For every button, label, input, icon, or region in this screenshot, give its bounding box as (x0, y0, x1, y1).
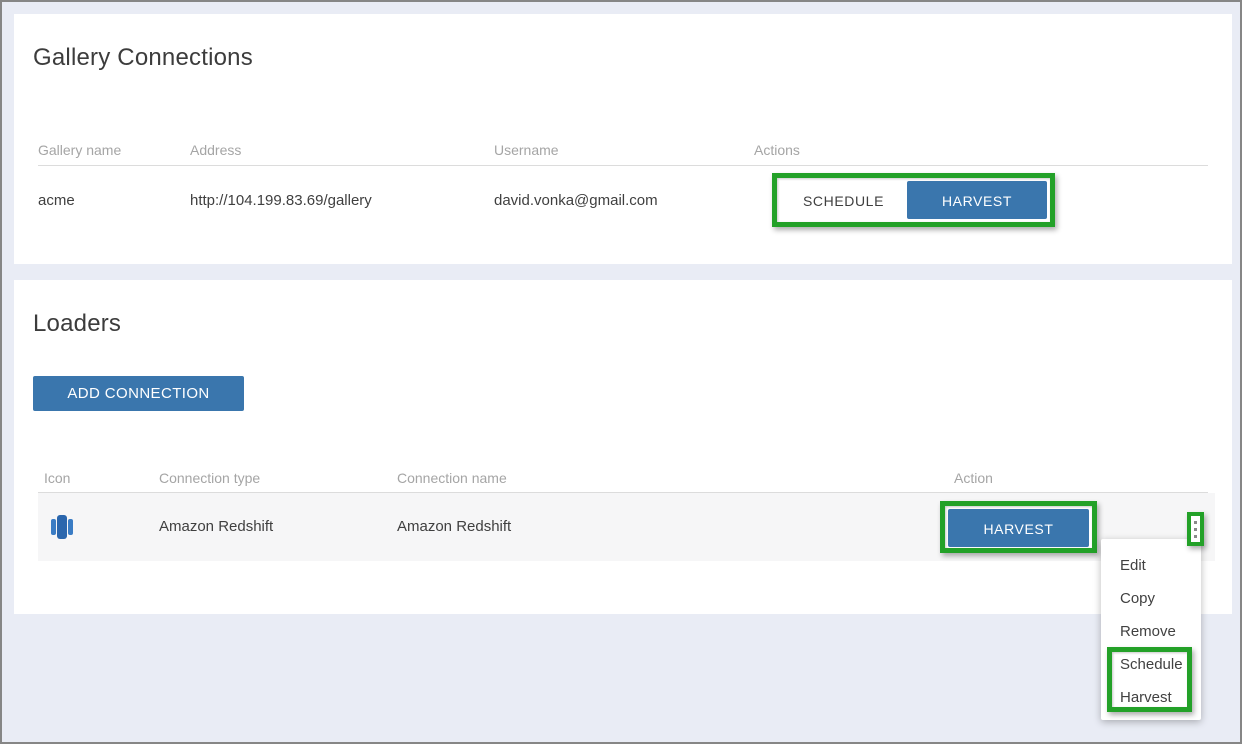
highlight-box-loader-harvest: HARVEST (940, 501, 1097, 553)
menu-item-harvest[interactable]: Harvest (1101, 681, 1201, 714)
gallery-name-cell: acme (38, 192, 75, 209)
column-header-gallery-name: Gallery name (38, 142, 121, 158)
address-cell: http://104.199.83.69/gallery (190, 192, 372, 209)
column-header-actions: Actions (754, 142, 800, 158)
kebab-menu-button[interactable] (1191, 516, 1200, 542)
loader-harvest-button[interactable]: HARVEST (948, 509, 1089, 547)
loaders-title: Loaders (33, 310, 121, 338)
menu-item-edit[interactable]: Edit (1101, 549, 1201, 582)
loaders-panel: Loaders ADD CONNECTION Icon Connection t… (14, 280, 1232, 614)
column-header-username: Username (494, 142, 559, 158)
table-row: Amazon Redshift Amazon Redshift HARVEST (38, 493, 1215, 561)
column-header-address: Address (190, 142, 241, 158)
amazon-redshift-icon (50, 514, 74, 540)
connection-type-cell: Amazon Redshift (159, 518, 273, 535)
schedule-button[interactable]: SCHEDULE (780, 181, 907, 219)
username-cell: david.vonka@gmail.com (494, 192, 658, 209)
column-header-icon: Icon (44, 470, 70, 486)
kebab-menu-icon (1194, 521, 1197, 538)
harvest-button[interactable]: HARVEST (907, 181, 1047, 219)
page: Gallery Connections Gallery name Address… (0, 0, 1242, 744)
table-header-divider (38, 165, 1208, 166)
highlight-box-gallery-actions: SCHEDULE HARVEST (772, 173, 1055, 227)
column-header-connection-name: Connection name (397, 470, 507, 486)
column-header-action: Action (954, 470, 993, 486)
menu-item-remove[interactable]: Remove (1101, 615, 1201, 648)
gallery-connections-title: Gallery Connections (33, 44, 253, 72)
add-connection-button[interactable]: ADD CONNECTION (33, 376, 244, 411)
context-menu: Edit Copy Remove Schedule Harvest (1101, 539, 1201, 720)
menu-item-schedule[interactable]: Schedule (1101, 648, 1201, 681)
column-header-connection-type: Connection type (159, 470, 260, 486)
menu-item-copy[interactable]: Copy (1101, 582, 1201, 615)
connection-name-cell: Amazon Redshift (397, 518, 511, 535)
gallery-connections-panel: Gallery Connections Gallery name Address… (14, 14, 1232, 264)
highlight-box-kebab-menu (1187, 512, 1204, 546)
